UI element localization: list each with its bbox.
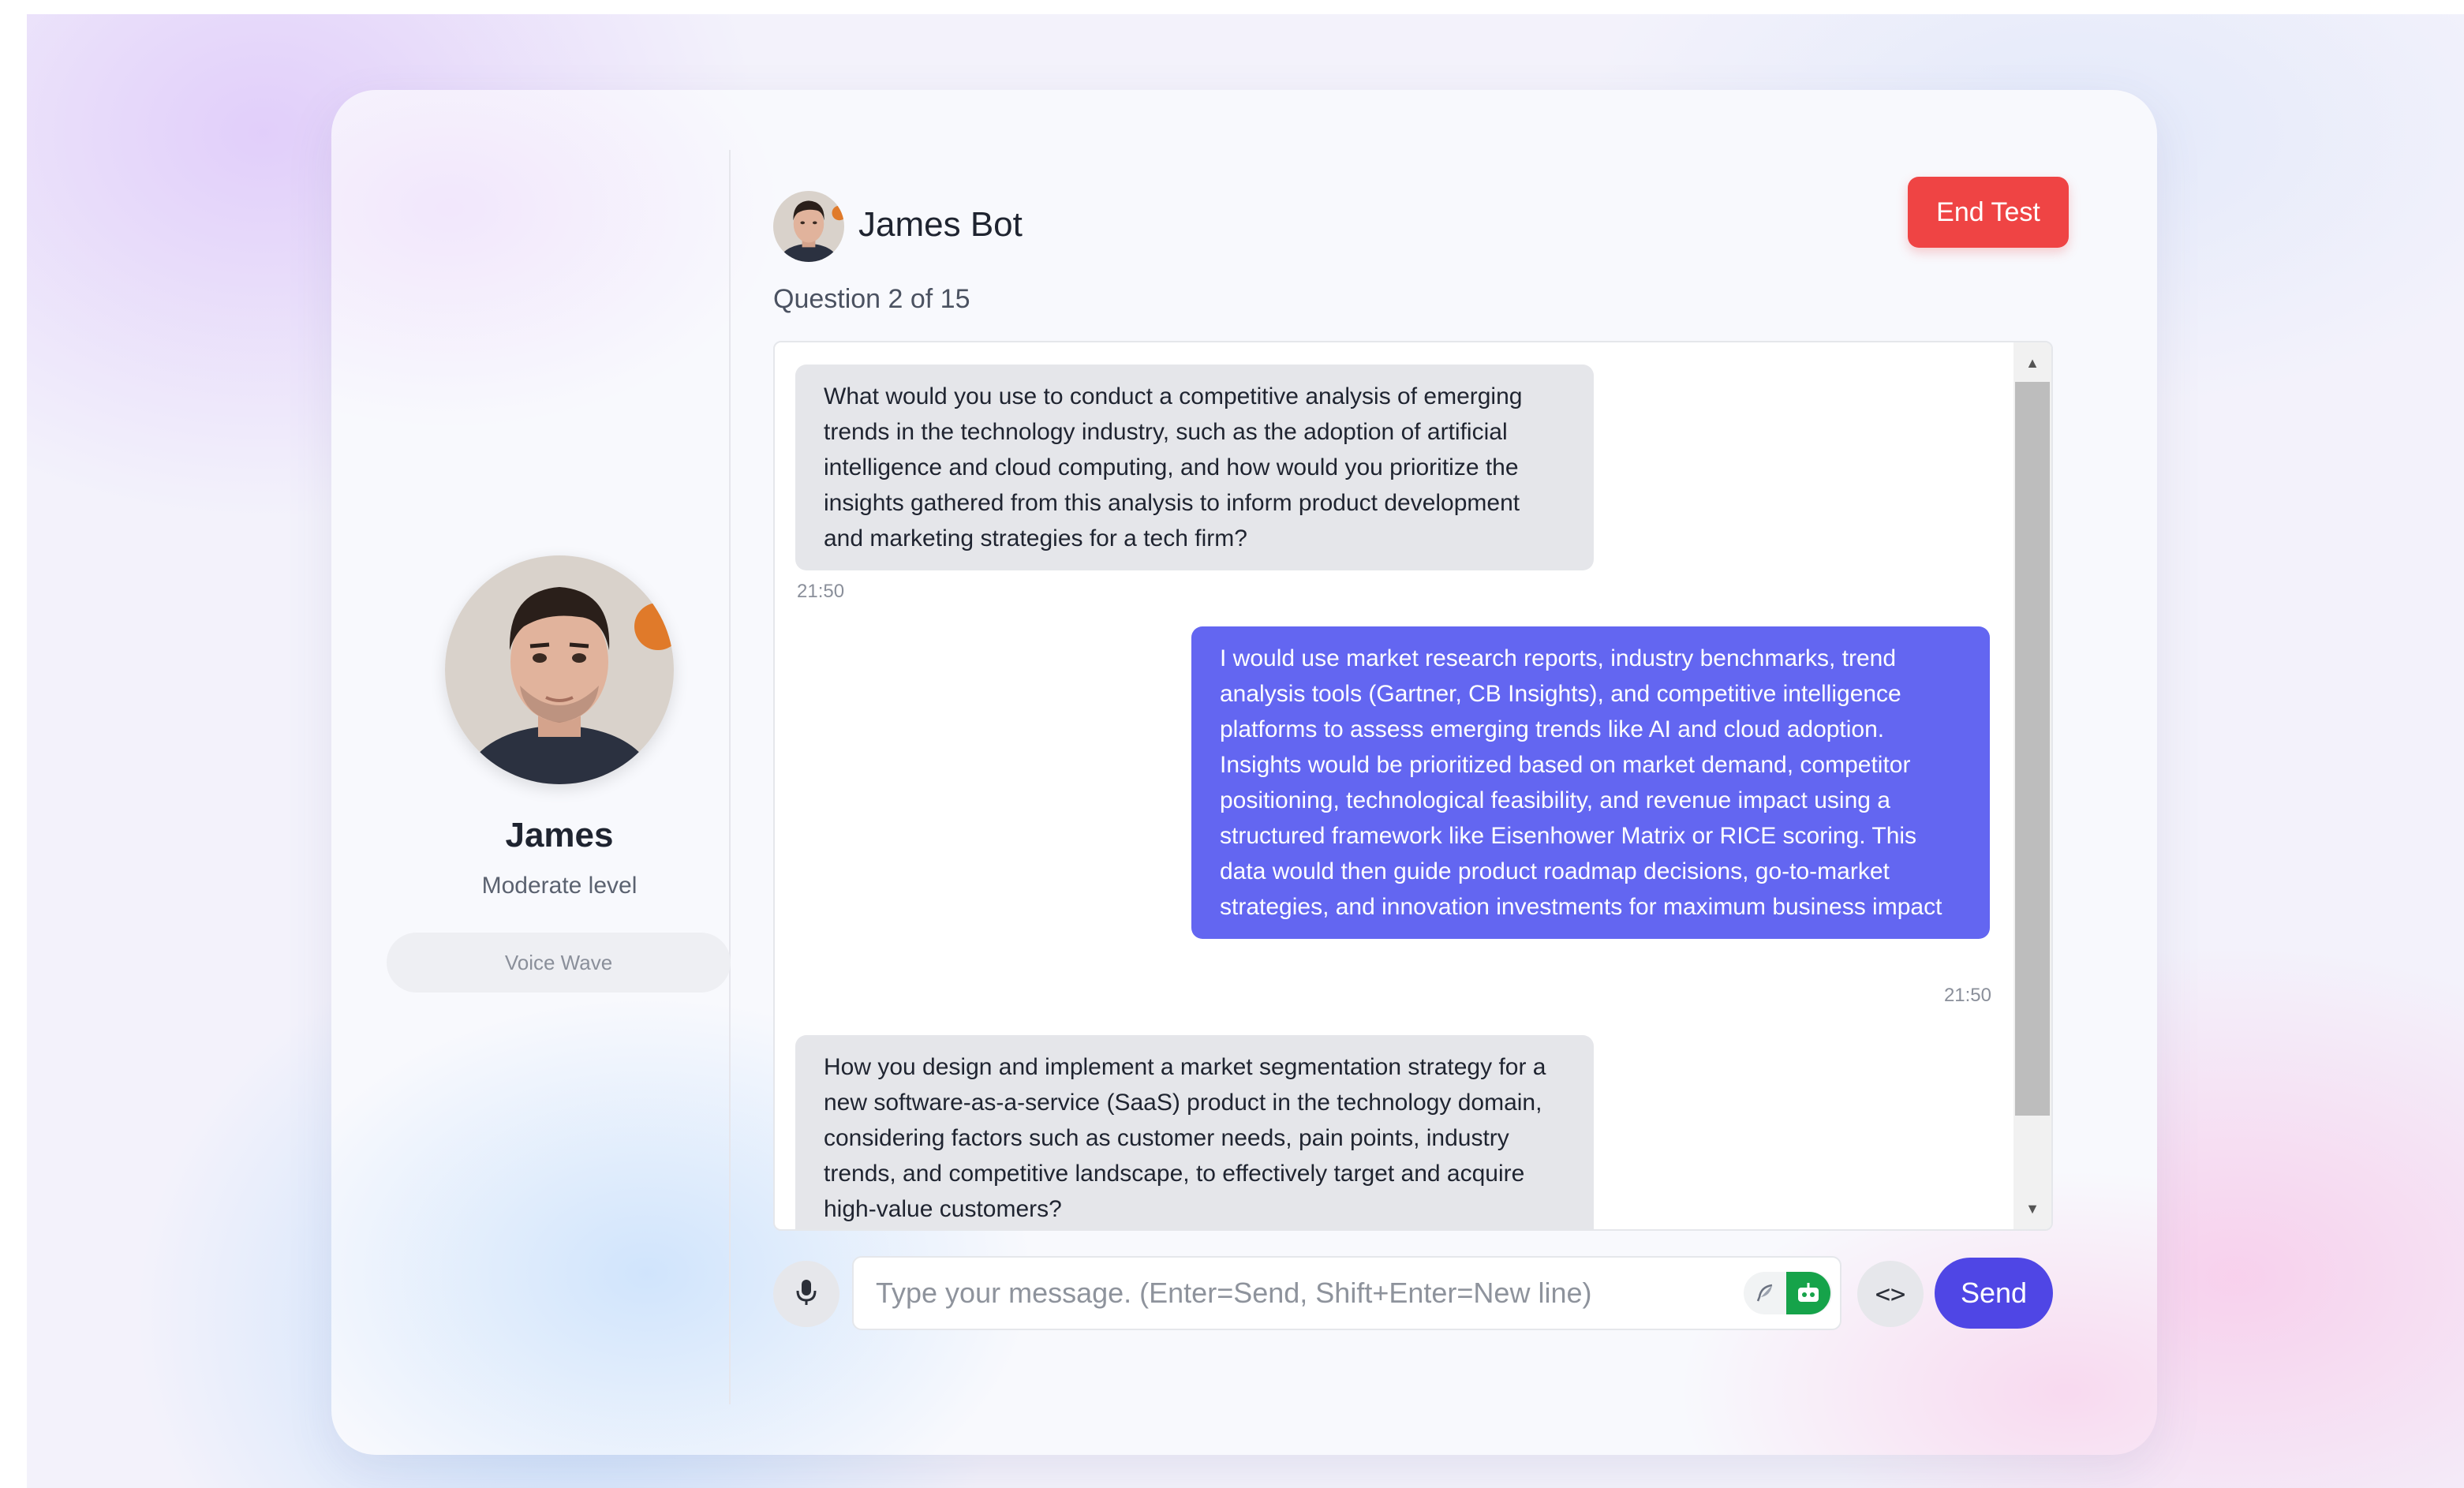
chat-messages[interactable]: What would you use to conduct a competit… [773, 341, 2053, 1231]
send-button[interactable]: Send [1935, 1258, 2053, 1329]
interview-card: James Moderate level Voice Wave James Bo… [331, 90, 2157, 1455]
bot-icon[interactable] [1786, 1272, 1830, 1314]
user-message: I would use market research reports, ind… [1191, 626, 1990, 939]
profile-level: Moderate level [481, 873, 637, 899]
panel-divider [729, 150, 731, 1404]
message-timestamp: 21:50 [1943, 985, 1991, 1006]
bot-avatar [773, 191, 844, 262]
code-icon: <> [1875, 1279, 1906, 1309]
scroll-down-arrow-icon[interactable]: ▼ [2013, 1195, 2051, 1223]
scrollbar-thumb[interactable] [2015, 382, 2050, 1116]
avatar [445, 555, 674, 784]
code-button[interactable]: <> [1857, 1261, 1924, 1327]
chat-scrollbar[interactable]: ▲ ▼ [2013, 342, 2051, 1229]
mic-icon [795, 1278, 818, 1310]
scroll-up-arrow-icon[interactable]: ▲ [2013, 349, 2051, 377]
feather-icon[interactable] [1744, 1272, 1786, 1314]
profile-name: James [505, 816, 614, 854]
mic-button[interactable] [773, 1261, 839, 1327]
input-extension[interactable] [1744, 1272, 1832, 1314]
message-input[interactable] [852, 1256, 1841, 1330]
message-timestamp: 21:50 [797, 581, 845, 602]
bot-message: What would you use to conduct a competit… [795, 365, 1594, 570]
end-test-button[interactable]: End Test [1908, 177, 2069, 248]
voice-wave-indicator: Voice Wave [387, 933, 731, 993]
question-progress: Question 2 of 15 [773, 284, 970, 314]
bot-name: James Bot [858, 205, 1023, 244]
bot-message: How you design and implement a market se… [795, 1035, 1594, 1229]
